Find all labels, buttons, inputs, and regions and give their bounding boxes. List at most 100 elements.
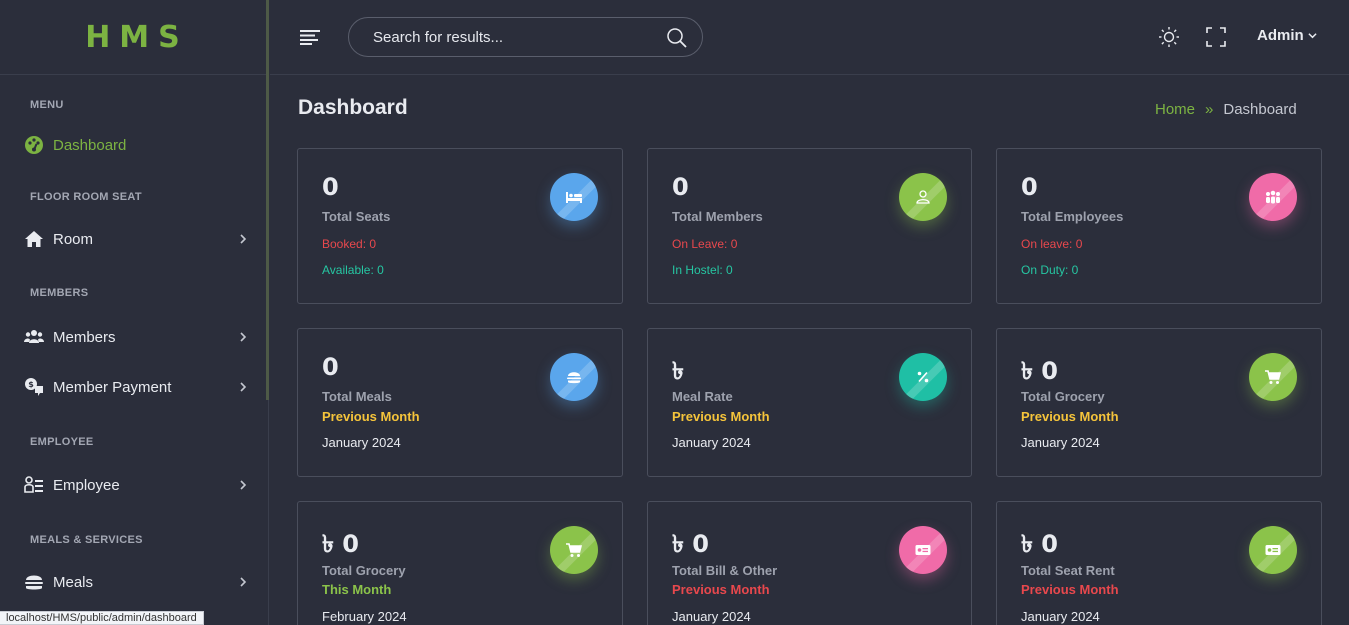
chevron-right-icon <box>240 234 247 244</box>
card-date: January 2024 <box>672 435 751 450</box>
card-meal-rate[interactable]: ৳ Meal Rate Previous Month January 2024 <box>647 328 972 477</box>
sidebar-item-dashboard[interactable]: Dashboard <box>24 130 248 160</box>
section-menu: MENU <box>30 99 64 111</box>
money-icon <box>899 526 947 574</box>
card-label: Total Grocery <box>322 563 406 578</box>
admin-label: Admin <box>1257 27 1304 44</box>
card-available: Available: 0 <box>322 263 384 277</box>
sidebar-item-member-payment[interactable]: $ Member Payment <box>24 372 248 402</box>
chevron-right-icon <box>240 480 247 490</box>
sidebar-item-label: Meals <box>53 573 94 591</box>
card-on-leave: On leave: 0 <box>1021 237 1083 251</box>
burger-icon <box>24 572 44 592</box>
breadcrumb-separator: » <box>1205 101 1214 118</box>
card-value: 0 <box>322 173 339 201</box>
card-date: January 2024 <box>672 609 751 624</box>
sidebar-item-label: Room <box>53 230 94 248</box>
cart-icon <box>550 526 598 574</box>
card-total-bill-other[interactable]: ৳ 0 Total Bill & Other Previous Month Ja… <box>647 501 972 625</box>
section-employee: EMPLOYEE <box>30 436 94 448</box>
sidebar: HMS MENU Dashboard FLOOR ROOM SEAT Room … <box>0 0 269 625</box>
card-label: Total Grocery <box>1021 389 1105 404</box>
card-date: January 2024 <box>322 435 401 450</box>
card-date: February 2024 <box>322 609 407 624</box>
payment-chat-icon: $ <box>24 377 44 397</box>
card-value: 0 <box>322 353 339 381</box>
group-icon <box>1249 173 1297 221</box>
chevron-right-icon <box>240 382 247 392</box>
card-value: ৳ 0 <box>322 530 360 558</box>
card-booked: Booked: 0 <box>322 237 377 251</box>
menu-toggle-icon[interactable] <box>300 29 320 45</box>
card-label: Total Meals <box>322 389 392 404</box>
section-members: MEMBERS <box>30 287 89 299</box>
breadcrumb-home[interactable]: Home <box>1155 101 1195 118</box>
breadcrumb-current: Dashboard <box>1223 101 1297 118</box>
top-header: Admin <box>270 0 1349 75</box>
card-period: Previous Month <box>672 582 770 597</box>
chevron-right-icon <box>240 577 247 587</box>
admin-dropdown[interactable]: Admin <box>1257 27 1317 44</box>
card-value: ৳ 0 <box>1021 530 1059 558</box>
card-total-grocery-this[interactable]: ৳ 0 Total Grocery This Month February 20… <box>297 501 623 625</box>
card-total-seats[interactable]: 0 Total Seats Booked: 0 Available: 0 <box>297 148 623 304</box>
employee-icon <box>24 475 44 495</box>
status-url: localhost/HMS/public/admin/dashboard <box>0 611 204 625</box>
card-value: 0 <box>1021 173 1038 201</box>
card-date: January 2024 <box>1021 609 1100 624</box>
card-period: Previous Month <box>1021 409 1119 424</box>
theme-toggle-icon[interactable] <box>1158 26 1180 48</box>
card-label: Total Employees <box>1021 209 1124 224</box>
bed-icon <box>550 173 598 221</box>
search-icon[interactable] <box>666 27 688 49</box>
sidebar-item-room[interactable]: Room <box>24 224 248 254</box>
user-icon <box>899 173 947 221</box>
sidebar-item-label: Members <box>53 328 116 346</box>
card-total-seat-rent[interactable]: ৳ 0 Total Seat Rent Previous Month Janua… <box>996 501 1322 625</box>
sidebar-item-label: Dashboard <box>53 136 127 154</box>
sidebar-item-label: Employee <box>53 476 120 494</box>
section-meals: MEALS & SERVICES <box>30 534 143 546</box>
money-icon <box>1249 526 1297 574</box>
card-on-duty: On Duty: 0 <box>1021 263 1079 277</box>
dashboard-icon <box>24 135 44 155</box>
card-label: Total Members <box>672 209 763 224</box>
logo-area: HMS <box>0 0 268 75</box>
home-icon <box>24 229 44 249</box>
card-total-employees[interactable]: 0 Total Employees On leave: 0 On Duty: 0 <box>996 148 1322 304</box>
svg-text:$: $ <box>28 380 34 389</box>
breadcrumb: Home » Dashboard <box>1155 101 1297 118</box>
card-period: Previous Month <box>322 409 420 424</box>
card-value: ৳ <box>672 357 684 385</box>
card-value: 0 <box>672 173 689 201</box>
card-in-hostel: In Hostel: 0 <box>672 263 733 277</box>
section-floor: FLOOR ROOM SEAT <box>30 191 142 203</box>
sidebar-item-label: Member Payment <box>53 378 172 396</box>
sidebar-item-members[interactable]: Members <box>24 322 248 352</box>
sidebar-scrollbar[interactable] <box>266 0 269 400</box>
card-label: Meal Rate <box>672 389 733 404</box>
card-period: This Month <box>322 582 392 597</box>
percent-icon <box>899 353 947 401</box>
card-total-grocery-prev[interactable]: ৳ 0 Total Grocery Previous Month January… <box>996 328 1322 477</box>
fullscreen-icon[interactable] <box>1205 26 1227 48</box>
card-label: Total Bill & Other <box>672 563 778 578</box>
logo[interactable]: HMS <box>85 20 189 55</box>
cart-icon <box>1249 353 1297 401</box>
card-value: ৳ 0 <box>672 530 710 558</box>
search-bar <box>348 17 703 57</box>
chevron-right-icon <box>240 332 247 342</box>
card-value: ৳ 0 <box>1021 357 1059 385</box>
card-on-leave: On Leave: 0 <box>672 237 738 251</box>
chevron-down-icon <box>1308 33 1317 39</box>
sidebar-item-employee[interactable]: Employee <box>24 470 248 500</box>
burger-icon <box>550 353 598 401</box>
card-period: Previous Month <box>672 409 770 424</box>
sidebar-item-meals[interactable]: Meals <box>24 567 248 597</box>
card-label: Total Seat Rent <box>1021 563 1115 578</box>
card-label: Total Seats <box>322 209 391 224</box>
search-input[interactable] <box>373 28 653 46</box>
card-date: January 2024 <box>1021 435 1100 450</box>
card-total-members[interactable]: 0 Total Members On Leave: 0 In Hostel: 0 <box>647 148 972 304</box>
card-total-meals[interactable]: 0 Total Meals Previous Month January 202… <box>297 328 623 477</box>
